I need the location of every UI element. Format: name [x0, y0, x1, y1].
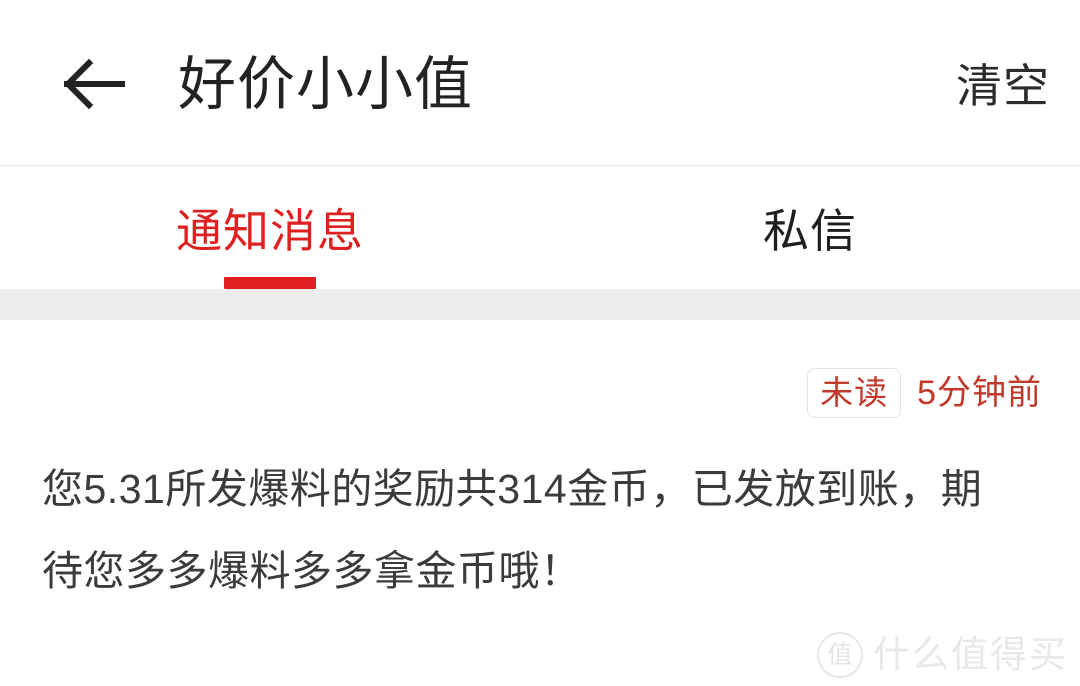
section-divider	[0, 289, 1080, 320]
tab-private-messages[interactable]: 私信	[540, 166, 1080, 289]
status-badge: 未读	[807, 368, 902, 418]
tab-notifications-label: 通知消息	[176, 205, 364, 257]
back-button[interactable]	[52, 48, 138, 120]
tab-notifications[interactable]: 通知消息	[0, 166, 540, 289]
notification-meta: 未读 5分钟前	[807, 368, 1042, 418]
zhi-logo-icon: 值	[817, 632, 863, 678]
notification-text: 您5.31所发爆料的奖励共314金币，已发放到账，期待您多多爆料多多拿金币哦！	[42, 466, 983, 594]
active-tab-indicator	[224, 277, 316, 289]
watermark-label: 什么值得买	[873, 634, 1068, 675]
page-title: 好价小小值	[178, 52, 474, 117]
tab-bar: 通知消息 私信	[0, 166, 1080, 289]
notification-item[interactable]: 未读 5分钟前 您5.31所发爆料的奖励共314金币，已发放到账，期待您多多爆料…	[0, 320, 1080, 630]
notification-timestamp: 5分钟前	[917, 374, 1042, 412]
clear-all-button[interactable]: 清空	[956, 56, 1050, 116]
site-watermark: 值 什么值得买	[817, 632, 1068, 678]
arrow-left-icon	[64, 59, 126, 109]
message-center-screen: 好价小小值 清空 通知消息 私信 未读 5分钟前 您5.31所发爆料的奖励共31…	[0, 0, 1080, 686]
tab-private-messages-label: 私信	[763, 205, 857, 257]
app-header: 好价小小值 清空	[0, 0, 1080, 166]
